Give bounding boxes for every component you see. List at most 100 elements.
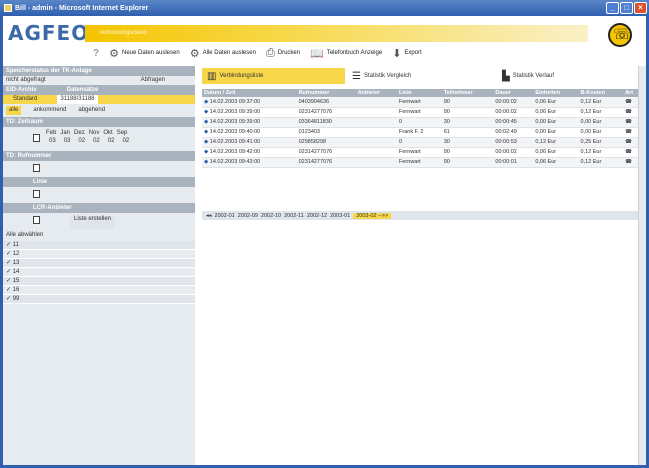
rufnummer-header: TD: Rufnummer [3, 151, 195, 161]
tab-verbindungsliste[interactable]: ▥ Verbindungsliste [202, 68, 345, 84]
agfeo-logo: AGFEO [8, 21, 90, 45]
help-icon[interactable]: ? [93, 48, 99, 59]
phone-icon: ☎ [625, 139, 633, 145]
print-button[interactable]: ⎙ Drucken [266, 46, 300, 60]
col-teilnehmer[interactable]: Teilnehmer [441, 89, 494, 97]
phone-icon: ☎ [625, 98, 633, 105]
direction-incoming[interactable]: ankommend [33, 106, 66, 115]
pager-page[interactable]: 2002-10 [261, 213, 281, 219]
pager-current[interactable]: 2003-02 -->> [353, 212, 392, 219]
printer-icon: ⎙ [265, 46, 275, 59]
window-title: Bill - admin - Microsoft Internet Explor… [15, 4, 149, 12]
export-icon: ⬇ [392, 46, 402, 60]
list-icon: ▥ [207, 70, 217, 82]
list-item[interactable]: ✓ 16 [3, 286, 195, 295]
zeitraum-checkbox[interactable] [33, 134, 40, 142]
lcr-header: LCR-Anbieter [3, 203, 195, 213]
ie-icon [4, 4, 12, 12]
banner-subtitle: Verbindungsdaten [99, 30, 148, 36]
query-button[interactable]: Abfragen [141, 76, 165, 85]
col-anbieter[interactable]: Anbieter [355, 89, 398, 97]
main-panel: ▥ Verbindungsliste ☰ Statistik Vergleich… [198, 66, 646, 465]
book-icon: 📖 [310, 46, 324, 60]
list-item[interactable]: ✓ 13 [3, 259, 195, 268]
phone-icon: ☎ [625, 149, 633, 155]
close-button[interactable]: × [634, 2, 647, 14]
diamond-icon: ◆ [204, 98, 209, 105]
pager-page[interactable]: 2002-01 [215, 213, 235, 219]
rufnummer-checkbox[interactable] [33, 164, 40, 172]
phone-icon: ☎ [625, 129, 633, 135]
phonebook-button[interactable]: 📖 Telefonbuch Anzeige [310, 47, 382, 60]
month-pager: ◂◂ 2002-01 2002-09 2002-10 2002-11 2002-… [202, 211, 642, 220]
eid-header: EID-Archiv Datensätze [3, 85, 195, 95]
pager-page[interactable]: 2003-01 [330, 213, 350, 219]
tab-statistik-vergleich[interactable]: ☰ Statistik Vergleich [352, 68, 411, 84]
table-row[interactable]: ◆ 14.02.2003 09:37:00 0403904636 Fernwart… [202, 97, 642, 108]
header-banner: Verbindungsdaten [85, 25, 588, 42]
phone-logo-icon [608, 23, 632, 47]
calls-table: Datum / Zeit Rufnummer Anbieter Linie Te… [202, 89, 642, 168]
toolbar: ? ⚙ Neue Daten auslesen ⚙ Alle Daten aus… [93, 45, 422, 61]
diamond-icon: ◆ [204, 139, 209, 145]
table-row[interactable]: ◆ 14.02.2003 09:40:00 0123403 Frank F. 26… [202, 127, 642, 138]
deselect-all-link[interactable]: Alle abwählen [3, 232, 195, 241]
table-row[interactable]: ◆ 14.02.2003 09:39:00 02314277076 Fernwar… [202, 107, 642, 118]
create-list-button[interactable]: Liste erstellen [70, 216, 116, 229]
bars-icon: ☰ [352, 70, 361, 82]
col-b-kosten[interactable]: B-Kosten [578, 89, 624, 97]
tab-statistik-verlauf[interactable]: ▙ Statistik Verlauf [502, 68, 554, 84]
pager-page[interactable]: 2002-12 [307, 213, 327, 219]
pager-prev-icon[interactable]: ◂◂ [206, 213, 212, 219]
zeitraum-header: TD: Zeitraum [3, 117, 195, 127]
lcr-checkbox[interactable] [33, 216, 40, 224]
phone-icon: ☎ [625, 119, 633, 125]
direction-all[interactable]: alle [6, 106, 22, 115]
linie-header: Linie [3, 177, 195, 187]
chart-icon: ▙ [502, 70, 510, 82]
col-linie[interactable]: Linie [397, 89, 442, 97]
list-item[interactable]: ✓ 11 [3, 241, 195, 250]
new-data-button[interactable]: ⚙ Neue Daten auslesen [109, 47, 180, 60]
header: AGFEO Verbindungsdaten ? ⚙ Neue Daten au… [3, 16, 646, 64]
export-button[interactable]: ⬇ Export [392, 47, 422, 60]
gear-icon: ⚙ [109, 46, 119, 60]
table-row[interactable]: ◆ 14.02.2003 09:43:00 02314277076 Fernwar… [202, 157, 642, 168]
list-item[interactable]: ✓ 12 [3, 250, 195, 259]
pager-page[interactable]: 2002-11 [284, 213, 304, 219]
col-einheiten[interactable]: Einheiten [533, 89, 579, 97]
diamond-icon: ◆ [204, 159, 209, 165]
col-datum[interactable]: Datum / Zeit [202, 89, 297, 97]
col-dauer[interactable]: Dauer [493, 89, 534, 97]
storage-status: nicht abgefragt [6, 77, 46, 83]
list-item[interactable]: ✓ 99 [3, 295, 195, 304]
col-rufnummer[interactable]: Rufnummer [296, 89, 356, 97]
line-list: ✓ 11 ✓ 12 ✓ 13 ✓ 14 ✓ 15 ✓ 16 ✓ 99 [3, 241, 195, 304]
list-item[interactable]: ✓ 14 [3, 268, 195, 277]
all-data-button[interactable]: ⚙ Alle Daten auslesen [190, 47, 256, 60]
diamond-icon: ◆ [204, 149, 209, 155]
table-row[interactable]: ◆ 14.02.2003 09:42:00 02314277076 Fernwar… [202, 147, 642, 158]
pager-page[interactable]: 2002-09 [238, 213, 258, 219]
phone-icon: ☎ [625, 159, 633, 165]
table-header-row: Datum / Zeit Rufnummer Anbieter Linie Te… [202, 89, 642, 97]
list-item[interactable]: ✓ 15 [3, 277, 195, 286]
direction-outgoing[interactable]: abgehend [78, 106, 105, 115]
linie-checkbox[interactable] [33, 190, 40, 198]
gear-icon: ⚙ [189, 46, 200, 60]
month-numbers[interactable]: 03 03 02 02 02 02 [46, 138, 129, 144]
filter-panel: Speicherstatus der TK-Anlage nicht abgef… [3, 66, 195, 465]
table-row[interactable]: ◆ 14.02.2003 09:41:00 029858298 0 30 00:00… [202, 137, 642, 148]
diamond-icon: ◆ [204, 109, 209, 115]
table-row[interactable]: ◆ 14.02.2003 09:39:00 03364811830 0 30 00:… [202, 117, 642, 128]
maximize-button[interactable]: □ [620, 2, 633, 14]
minimize-button[interactable]: _ [606, 2, 619, 14]
storage-header: Speicherstatus der TK-Anlage [3, 66, 195, 76]
view-tabs: ▥ Verbindungsliste ☰ Statistik Vergleich… [202, 68, 642, 84]
phone-icon: ☎ [625, 109, 633, 115]
diamond-icon: ◆ [204, 129, 209, 135]
vertical-scrollbar[interactable] [638, 66, 646, 465]
eid-row[interactable]: Standard 31188/31188 [3, 95, 195, 104]
app-frame: AGFEO Verbindungsdaten ? ⚙ Neue Daten au… [0, 16, 649, 468]
month-labels: Feb Jan Dez Nov Okt Sep [46, 130, 128, 136]
